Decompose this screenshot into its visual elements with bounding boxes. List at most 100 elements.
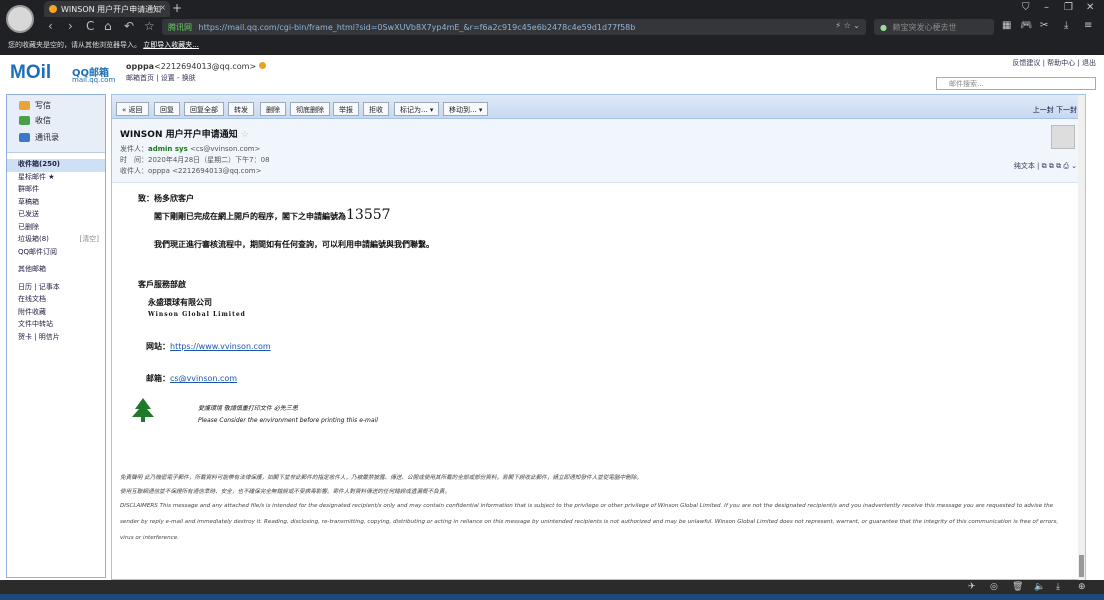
- scrollbar[interactable]: [1078, 95, 1085, 581]
- sidebar-item-attachments[interactable]: 附件收藏: [7, 307, 105, 320]
- os-taskbar: [0, 594, 1104, 600]
- browser-status-bar: ✈ ◎ 🗑 🔈 ⤓ ⊕: [0, 580, 1104, 594]
- user-email: <2212694013@qq.com>: [154, 62, 257, 71]
- star-icon[interactable]: ☆: [241, 130, 249, 140]
- address-bar-actions[interactable]: ⚡ ☆ ⌄: [835, 21, 860, 30]
- contacts-label: 通讯录: [35, 133, 59, 142]
- plain-text-link[interactable]: 纯文本 | ⧉ ⧉ ⧉ ⎙ ⌄: [1014, 161, 1077, 171]
- sound-icon[interactable]: 🔈: [1034, 582, 1045, 592]
- sidebar-item-inbox[interactable]: 收件箱(250): [7, 159, 105, 172]
- empty-spam-link[interactable]: [清空]: [80, 234, 99, 244]
- sidebar-item-drafts[interactable]: 草稿箱: [7, 197, 105, 210]
- sidebar: 写信 收信 通讯录 收件箱(250) 星标邮件 ★ 群邮件 草稿箱 已发送 已删…: [6, 94, 106, 578]
- review-line: 我們現正進行審核流程中，期間如有任何查詢，可以利用申請編號與我們聯繫。: [154, 240, 434, 249]
- sidebar-item-deleted[interactable]: 已删除: [7, 222, 105, 235]
- speed-icon[interactable]: ✈: [968, 582, 976, 592]
- trash-icon[interactable]: 🗑: [1012, 582, 1023, 592]
- close-window-button[interactable]: ✕: [1086, 2, 1094, 13]
- delete-button[interactable]: 删除: [260, 102, 286, 116]
- sidebar-item-spam[interactable]: 垃圾箱(8) [清空]: [7, 234, 105, 247]
- application-line: 閣下剛剛已完成在網上開戶的程序，閣下之申請編號為13557: [154, 207, 391, 223]
- disclaimer-line: 免責聲明 此乃機密電子郵件，所載資料可能帶有法律保護，如閣下並非此郵件的指定收件…: [120, 475, 642, 481]
- sender-name[interactable]: admin sys: [148, 145, 188, 153]
- receive-button[interactable]: 收信: [7, 112, 105, 129]
- browser-chrome: WINSON 用户开户申请通知 × + ⛉ – ❐ ✕ ‹ › C ⌂ ↶ ☆ …: [0, 0, 1104, 55]
- website-line: 网站：https://www.vvinson.com: [146, 341, 271, 352]
- forward-button[interactable]: 转发: [228, 102, 254, 116]
- pin-icon[interactable]: ⛉: [1022, 2, 1030, 13]
- sidebar-item-label: 群邮件: [18, 185, 39, 193]
- sidebar-item-label: 在线文档: [18, 295, 46, 303]
- game-icon[interactable]: 🎮: [1020, 20, 1032, 31]
- reply-button[interactable]: 回复: [154, 102, 180, 116]
- download-icon[interactable]: ⤓: [1064, 20, 1068, 31]
- sender-avatar: [1051, 125, 1075, 149]
- block-button[interactable]: 拒收: [363, 102, 389, 116]
- report-button[interactable]: 举报: [333, 102, 359, 116]
- undo-close-icon[interactable]: ↶: [124, 19, 134, 33]
- sidebar-item-group[interactable]: 群邮件: [7, 184, 105, 197]
- sidebar-item-docs[interactable]: 在线文档: [7, 294, 105, 307]
- import-bookmarks-link[interactable]: 立即导入收藏夹...: [143, 41, 199, 49]
- sidebar-item-label: QQ邮件订阅: [18, 247, 58, 256]
- sidebar-item-starred[interactable]: 星标邮件 ★: [7, 172, 105, 185]
- browser-search-box[interactable]: ● 赖宝突发心梗去世: [874, 19, 994, 35]
- search-engine-icon: ●: [880, 23, 887, 32]
- logo-domain-text: mail.qq.com: [72, 76, 116, 84]
- sidebar-item-label: 文件中转站: [18, 320, 53, 328]
- qq-mail-logo[interactable]: MOil: [10, 62, 51, 84]
- user-info: opppa<2212694013@qq.com>: [126, 62, 267, 71]
- zoom-icon[interactable]: ⊕: [1078, 582, 1086, 592]
- scissors-icon[interactable]: ✂: [1040, 20, 1048, 31]
- profile-avatar[interactable]: [6, 5, 34, 33]
- mail-reader: « 返回 回复 回复全部 转发 删除 彻底删除 举报 拒收 标记为... ▾ 移…: [111, 94, 1086, 581]
- move-to-dropdown[interactable]: 移动到... ▾: [443, 102, 489, 116]
- mark-as-dropdown[interactable]: 标记为... ▾: [394, 102, 440, 116]
- back-icon[interactable]: ‹: [48, 19, 53, 33]
- back-button[interactable]: « 返回: [116, 102, 149, 116]
- reply-all-button[interactable]: 回复全部: [184, 102, 224, 116]
- scrollbar-thumb[interactable]: [1079, 555, 1084, 577]
- home-icon[interactable]: ⌂: [104, 19, 112, 33]
- sidebar-item-file-transfer[interactable]: 文件中转站: [7, 319, 105, 332]
- inbox-icon: [19, 116, 30, 125]
- website-label: 网站：: [146, 342, 170, 351]
- receive-label: 收信: [35, 116, 51, 125]
- contacts-button[interactable]: 通讯录: [7, 129, 105, 146]
- sync-icon[interactable]: ◎: [990, 582, 998, 592]
- mail-search-input[interactable]: 邮件搜索...: [936, 77, 1096, 90]
- menu-icon[interactable]: ≡: [1084, 20, 1092, 31]
- new-tab-button[interactable]: +: [172, 1, 182, 15]
- sidebar-item-sent[interactable]: 已发送: [7, 209, 105, 222]
- forward-icon[interactable]: ›: [68, 19, 73, 33]
- sidebar-item-label: 垃圾箱(8): [18, 235, 49, 243]
- sidebar-item-label: 已发送: [18, 210, 39, 218]
- browser-tab[interactable]: WINSON 用户开户申请通知 ×: [44, 1, 170, 17]
- top-links[interactable]: 反馈建议 | 帮助中心 | 退出: [1012, 58, 1096, 68]
- favorite-star-icon[interactable]: ☆: [144, 19, 155, 33]
- maximize-button[interactable]: ❐: [1064, 2, 1073, 13]
- sidebar-item-label: 其他邮箱: [18, 265, 46, 273]
- grid-apps-icon[interactable]: ▦: [1002, 20, 1011, 31]
- download-status-icon[interactable]: ⤓: [1056, 582, 1060, 592]
- company-cn: 永盛環球有限公司: [148, 298, 212, 307]
- application-number: 13557: [346, 207, 391, 223]
- sidebar-item-subscriptions[interactable]: QQ邮件订阅: [7, 247, 105, 260]
- sidebar-item-other-mailboxes[interactable]: 其他邮箱: [7, 264, 105, 277]
- tab-close-icon[interactable]: ×: [159, 3, 166, 12]
- address-bar[interactable]: 腾讯网 https://mail.qq.com/cgi-bin/frame_ht…: [162, 19, 866, 35]
- reload-icon[interactable]: C: [86, 19, 94, 33]
- disclaimer-line: virus or interference.: [120, 535, 179, 541]
- write-button[interactable]: 写信: [7, 95, 105, 112]
- minimize-button[interactable]: –: [1044, 2, 1049, 13]
- email-link[interactable]: cs@vvinson.com: [170, 374, 237, 383]
- sidebar-item-cards[interactable]: 贺卡 | 明信片: [7, 332, 105, 345]
- user-links[interactable]: 邮箱首页 | 设置 - 换肤: [126, 73, 196, 83]
- permanent-delete-button[interactable]: 彻底删除: [290, 102, 330, 116]
- email-line: 邮箱：cs@vvinson.com: [146, 373, 237, 384]
- prev-next-links[interactable]: 上一封 下一封: [1033, 105, 1077, 115]
- website-link[interactable]: https://www.vvinson.com: [170, 342, 271, 351]
- sidebar-item-label: 贺卡 | 明信片: [18, 332, 60, 341]
- sidebar-item-calendar[interactable]: 日历 | 记事本: [7, 282, 105, 295]
- pencil-icon: [19, 101, 30, 110]
